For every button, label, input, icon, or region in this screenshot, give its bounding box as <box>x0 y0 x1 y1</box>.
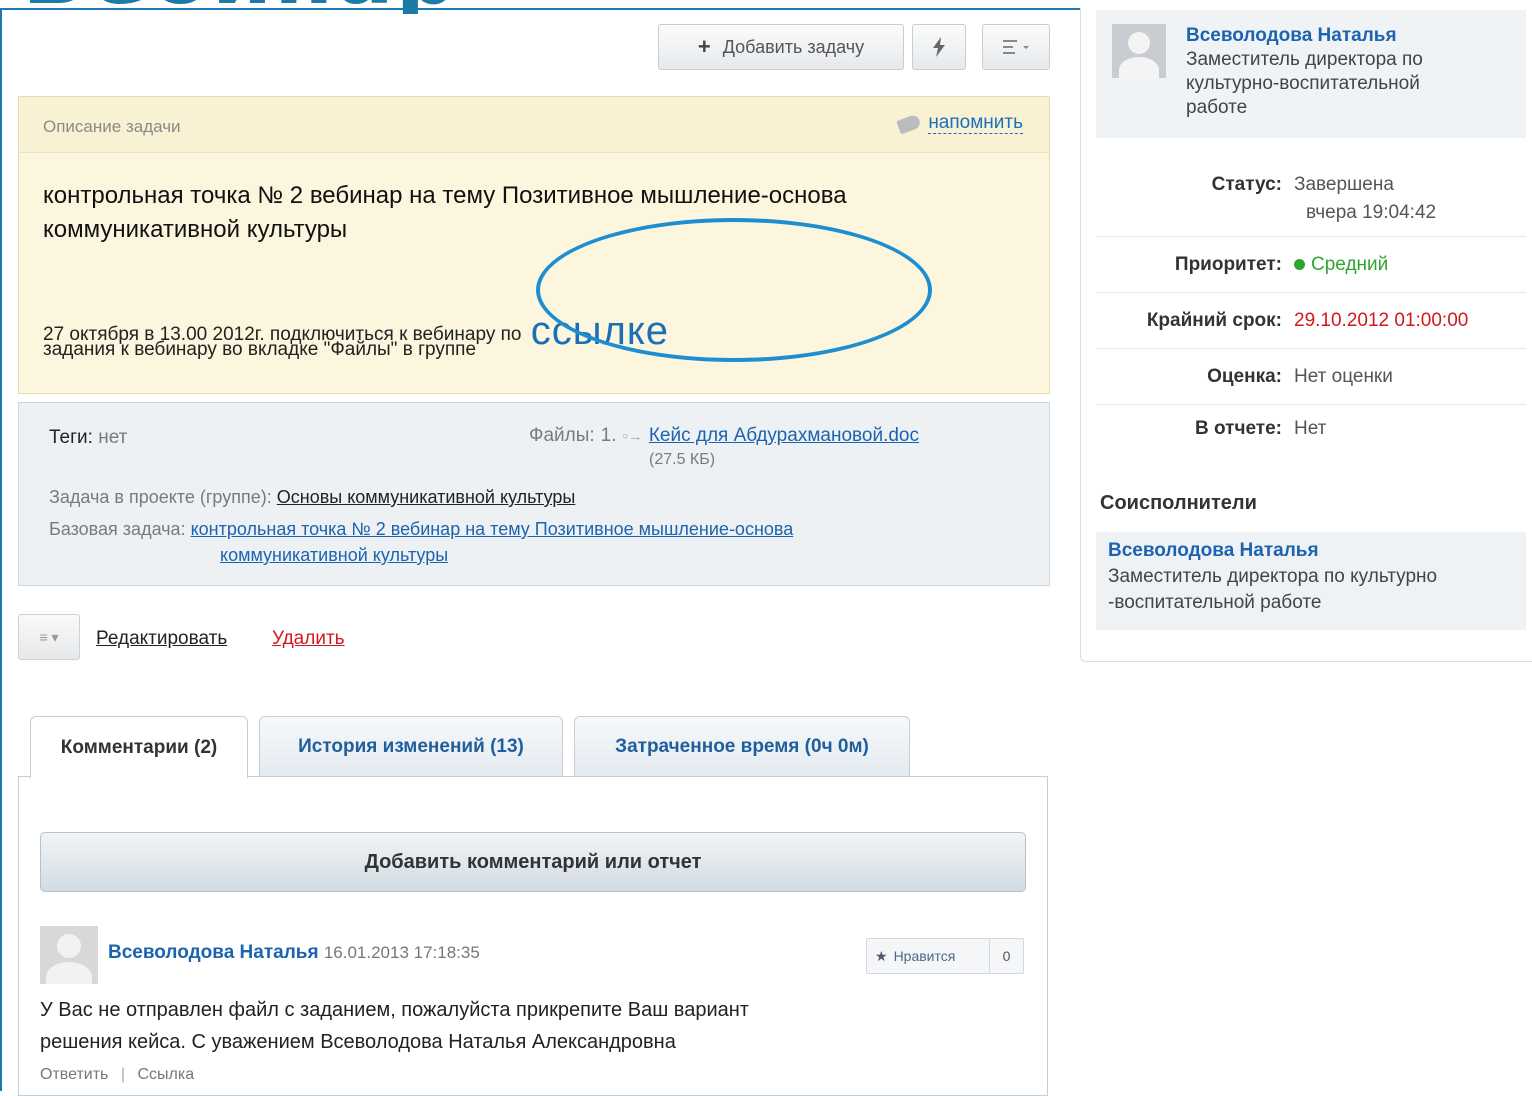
comment-text-line2: решения кейса. С уважением Всеволодова Н… <box>40 1031 676 1053</box>
status-label: Статус: <box>1211 174 1282 195</box>
deadline-value: 29.10.2012 01:00:00 <box>1294 310 1469 331</box>
add-task-button[interactable]: + Добавить задачу <box>658 24 904 70</box>
files-row: Файлы: 1. ▫→ Кейс для Абдурахмановой.doc <box>529 425 919 447</box>
rating-label: Оценка: <box>1207 366 1282 387</box>
delete-link[interactable]: Удалить <box>272 628 345 650</box>
comment-text: У Вас не отправлен файл с заданием, пожа… <box>40 994 749 1058</box>
comment-date: 16.01.2013 17:18:35 <box>323 943 480 962</box>
priority-value: Средний <box>1311 254 1389 275</box>
remind-icon <box>896 113 923 134</box>
comment-author[interactable]: Всеволодова Наталья <box>108 942 319 963</box>
comment-text-line1: У Вас не отправлен файл с заданием, пожа… <box>40 999 749 1021</box>
deadline-label: Крайний срок: <box>1146 310 1282 331</box>
report-label: В отчете: <box>1195 418 1282 439</box>
report-value: Нет <box>1294 418 1327 439</box>
comment-author-avatar[interactable] <box>40 926 98 984</box>
task-title: контрольная точка № 2 вебинар на тему По… <box>43 182 847 243</box>
remind-label: напомнить <box>928 112 1023 134</box>
project-link[interactable]: Основы коммуникативной культуры <box>277 487 576 507</box>
list-menu-icon: ≡ ▾ <box>39 628 59 645</box>
rating-value: Нет оценки <box>1294 366 1393 387</box>
description-text-line2: задания к вебинару во вкладке "Файлы" в … <box>43 339 477 360</box>
responsible-role-line1: Заместитель директора по <box>1186 49 1423 70</box>
base-task-link[interactable]: контрольная точка № 2 вебинар на тему По… <box>191 519 794 539</box>
sidebar-divider <box>1096 292 1526 293</box>
tab-comments[interactable]: Комментарии (2) <box>30 716 248 778</box>
webinar-link[interactable]: ссылке <box>531 309 669 353</box>
star-icon: ★ <box>875 947 888 964</box>
priority-label: Приоритет: <box>1174 254 1282 275</box>
tags-row: Теги: нет <box>49 427 127 449</box>
sidebar-divider <box>1096 348 1526 349</box>
files-count: 1. <box>600 425 617 446</box>
add-comment-button[interactable]: Добавить комментарий или отчет <box>40 832 1026 892</box>
coexecutor-name[interactable]: Всеволодова Наталья <box>1108 538 1437 564</box>
files-label: Файлы: <box>529 425 595 446</box>
plus-icon: + <box>697 34 711 59</box>
add-task-label: Добавить задачу <box>722 36 865 57</box>
remind-link[interactable]: напомнить <box>896 112 1023 134</box>
slide-title-area: Вебинар <box>0 0 700 14</box>
base-task-label: Базовая задача: <box>49 519 186 539</box>
actions-menu-button[interactable]: ≡ ▾ <box>18 614 80 660</box>
task-description-panel: Описание задачи напомнить контрольная то… <box>18 96 1050 394</box>
sidebar-divider <box>1096 236 1526 237</box>
slide-title: Вебинар <box>22 0 459 14</box>
reply-link[interactable]: Ответить <box>40 1066 108 1083</box>
task-menu-button[interactable] <box>982 24 1050 70</box>
responsible-avatar[interactable] <box>1112 24 1166 78</box>
file-size: (27.5 КБ) <box>649 451 716 468</box>
comment-actions-separator: | <box>120 1066 125 1083</box>
base-task-link-line2[interactable]: коммуникативной культуры <box>220 545 448 566</box>
edit-link[interactable]: Редактировать <box>96 628 227 650</box>
task-meta-panel: Теги: нет Файлы: 1. ▫→ Кейс для Абдурахм… <box>18 402 1050 586</box>
like-label: Нравится <box>893 948 956 964</box>
tags-value: нет <box>98 427 128 448</box>
file-link[interactable]: Кейс для Абдурахмановой.doc <box>649 425 919 447</box>
tab-history[interactable]: История изменений (13) <box>259 716 563 776</box>
priority-value-wrap: Средний <box>1294 254 1388 276</box>
status-value: Завершена <box>1294 174 1394 195</box>
coexecutor-info: Всеволодова Наталья Заместитель директор… <box>1108 538 1437 616</box>
like-button[interactable]: ★ Нравится 0 <box>866 938 1024 974</box>
sidebar-divider <box>1096 404 1526 405</box>
responsible-name[interactable]: Всеволодова Наталья <box>1186 24 1423 48</box>
status-time: вчера 19:04:42 <box>1306 202 1437 223</box>
tags-label: Теги: <box>49 427 93 448</box>
comment-permalink[interactable]: Ссылка <box>137 1066 194 1083</box>
list-menu-icon <box>1003 40 1029 54</box>
like-count: 0 <box>989 939 1023 973</box>
project-label: Задача в проекте (группе): <box>49 487 272 507</box>
description-label: Описание задачи <box>43 117 181 136</box>
responsible-info: Всеволодова Наталья Заместитель директор… <box>1186 24 1423 120</box>
lightning-icon <box>933 37 945 57</box>
description-header: Описание задачи напомнить <box>19 97 1049 153</box>
comment-header: Всеволодова Наталья 16.01.2013 17:18:35 <box>108 942 480 964</box>
file-preview-icon[interactable]: ▫→ <box>623 428 643 445</box>
quick-action-button[interactable] <box>912 24 966 70</box>
base-task-link-continued[interactable]: коммуникативной культуры <box>220 545 448 565</box>
responsible-role-line3: работе <box>1186 97 1248 118</box>
coexecutor-role-line1: Заместитель директора по культурно <box>1108 566 1438 587</box>
responsible-role-line2: культурно-воспитательной <box>1186 73 1420 94</box>
comment-actions: Ответить | Ссылка <box>40 1066 194 1084</box>
project-row: Задача в проекте (группе): Основы коммун… <box>49 487 575 508</box>
priority-dot-icon <box>1294 259 1305 270</box>
coexecutor-role-line2: -воспитательной работе <box>1108 592 1322 613</box>
base-task-row: Базовая задача: контрольная точка № 2 ве… <box>49 519 793 540</box>
coexecutors-header: Соисполнители <box>1100 492 1257 514</box>
tab-time-spent[interactable]: Затраченное время (0ч 0м) <box>574 716 910 776</box>
